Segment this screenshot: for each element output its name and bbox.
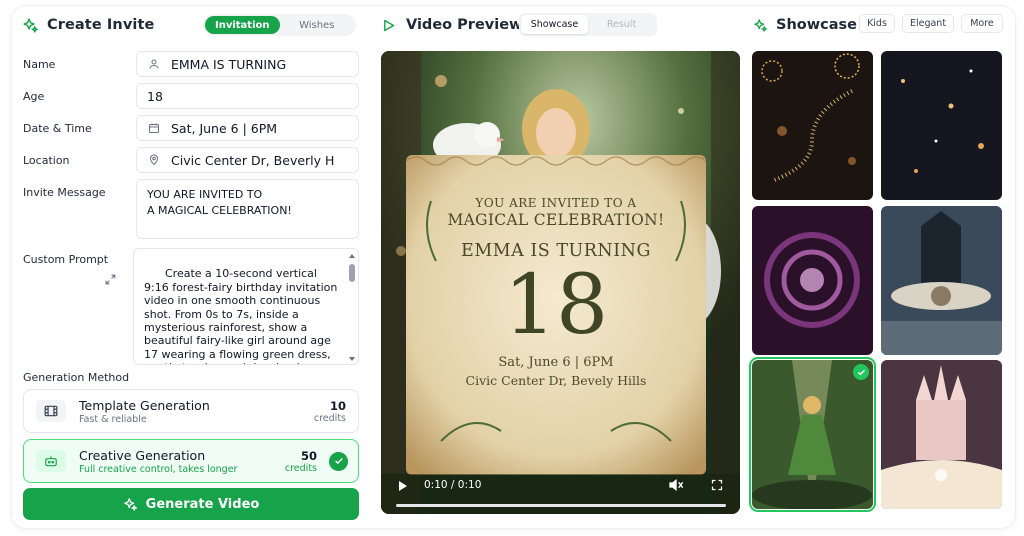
fullscreen-icon[interactable] xyxy=(711,479,723,491)
method-subtitle: Full creative control, takes longer xyxy=(79,463,238,475)
filter-kids[interactable]: Kids xyxy=(859,14,895,33)
play-outline-icon xyxy=(384,19,395,31)
date-field[interactable]: Sat, June 6 | 6PM xyxy=(136,115,359,141)
create-invite-panel: Create Invite Invitation Wishes Name EMM… xyxy=(12,6,369,528)
custom-prompt-textarea[interactable]: Create a 10-second vertical 9:16 forest-… xyxy=(133,248,359,365)
prompt-text: Create a 10-second vertical 9:16 forest-… xyxy=(144,267,338,364)
location-field[interactable]: Civic Center Dr, Beverly H xyxy=(136,147,359,173)
prompt-scrollbar[interactable] xyxy=(348,253,356,361)
preview-mode-toggle: Showcase Result xyxy=(519,13,657,36)
age-label: Age xyxy=(23,90,45,103)
method-title: Creative Generation xyxy=(79,447,206,463)
night-thumbnail xyxy=(881,51,1002,200)
method-subtitle: Fast & reliable xyxy=(79,413,147,425)
scroll-up-icon[interactable] xyxy=(348,253,356,259)
panel-title: Create Invite xyxy=(47,17,155,33)
robot-icon xyxy=(36,450,66,472)
prompt-label: Custom Prompt xyxy=(23,253,109,266)
fairytale-castle-thumbnail xyxy=(881,360,1002,509)
location-value: Civic Center Dr, Beverly H xyxy=(171,152,335,168)
calendar-icon xyxy=(147,121,161,135)
showcase-item-galaxy[interactable] xyxy=(752,206,873,355)
scroll-down-icon[interactable] xyxy=(348,356,356,362)
generate-label: Generate Video xyxy=(145,496,260,512)
location-label: Location xyxy=(23,154,70,167)
play-icon[interactable] xyxy=(398,480,408,492)
user-icon xyxy=(147,57,161,71)
showcase-item-fairytale-castle[interactable] xyxy=(881,360,1002,509)
credit-count: 10 xyxy=(329,398,346,413)
invite-age: 18 xyxy=(503,258,609,353)
generate-video-button[interactable]: Generate Video xyxy=(23,488,359,520)
name-label: Name xyxy=(23,58,56,71)
invite-date: Sat, June 6 | 6PM xyxy=(498,355,614,370)
showcase-item-forest-fairy[interactable] xyxy=(749,357,876,512)
age-value: 18 xyxy=(147,88,163,104)
date-value: Sat, June 6 | 6PM xyxy=(171,120,278,136)
invite-line-2: MAGICAL CELEBRATION! xyxy=(447,211,665,229)
invite-type-toggle: Invitation Wishes xyxy=(203,14,356,36)
forest-fairy-thumbnail xyxy=(752,360,873,509)
expand-icon[interactable] xyxy=(104,271,117,290)
filter-more[interactable]: More xyxy=(961,14,1003,33)
video-controls: 0:10 / 0:10 xyxy=(381,464,740,514)
message-label: Invite Message xyxy=(23,186,106,199)
sparkles-icon xyxy=(123,497,137,511)
showcase-item-sparkle[interactable] xyxy=(752,51,873,200)
video-preview-header: Video Preview xyxy=(381,12,522,38)
tab-wishes[interactable]: Wishes xyxy=(280,16,355,34)
name-value: EMMA IS TURNING xyxy=(171,56,287,72)
showcase-item-night[interactable] xyxy=(881,51,1002,200)
video-player[interactable]: YOU ARE INVITED TO A MAGICAL CELEBRATION… xyxy=(381,51,740,514)
filter-elegant[interactable]: Elegant xyxy=(902,14,954,33)
invite-message-textarea[interactable]: YOU ARE INVITED TO A MAGICAL CELEBRATION… xyxy=(136,179,359,239)
panel-title: Video Preview xyxy=(406,17,523,33)
scroll-thumb[interactable] xyxy=(349,264,355,282)
template-generation-option[interactable]: Template Generation Fast & reliable 10 c… xyxy=(23,389,359,433)
date-label: Date & Time xyxy=(23,122,92,135)
showcase-header: Showcase xyxy=(753,12,857,38)
sparkles-icon xyxy=(23,17,38,33)
age-field[interactable]: 18 xyxy=(136,83,359,109)
sparkle-thumbnail xyxy=(752,51,873,200)
creative-generation-option[interactable]: Creative Generation Full creative contro… xyxy=(23,439,359,483)
credit-unit: credits xyxy=(284,462,317,474)
invite-line-1: YOU ARE INVITED TO A xyxy=(475,196,637,210)
sparkles-icon xyxy=(754,18,768,32)
credit-count: 50 xyxy=(300,448,317,463)
check-icon xyxy=(853,364,869,380)
video-time: 0:10 / 0:10 xyxy=(424,479,482,491)
mute-icon[interactable] xyxy=(668,478,684,492)
panel-title: Showcase xyxy=(776,17,857,33)
galaxy-thumbnail xyxy=(752,206,873,355)
tab-showcase[interactable]: Showcase xyxy=(521,15,588,34)
create-invite-header: Create Invite xyxy=(22,12,154,38)
invite-location: Civic Center Dr, Bevely Hills xyxy=(465,373,647,388)
showcase-item-castle-owl[interactable] xyxy=(881,206,1002,355)
film-icon xyxy=(36,400,66,422)
tab-invitation[interactable]: Invitation xyxy=(205,16,280,34)
name-field[interactable]: EMMA IS TURNING xyxy=(136,51,359,77)
tab-result[interactable]: Result xyxy=(588,15,655,34)
app-window: Create Invite Invitation Wishes Name EMM… xyxy=(12,6,1015,528)
method-title: Template Generation xyxy=(79,397,210,413)
video-progress-bar[interactable] xyxy=(396,504,726,507)
check-icon xyxy=(329,451,348,471)
generation-method-label: Generation Method xyxy=(23,371,130,384)
castle-owl-thumbnail xyxy=(881,206,1002,355)
location-pin-icon xyxy=(147,153,161,167)
credit-unit: credits xyxy=(313,412,346,424)
